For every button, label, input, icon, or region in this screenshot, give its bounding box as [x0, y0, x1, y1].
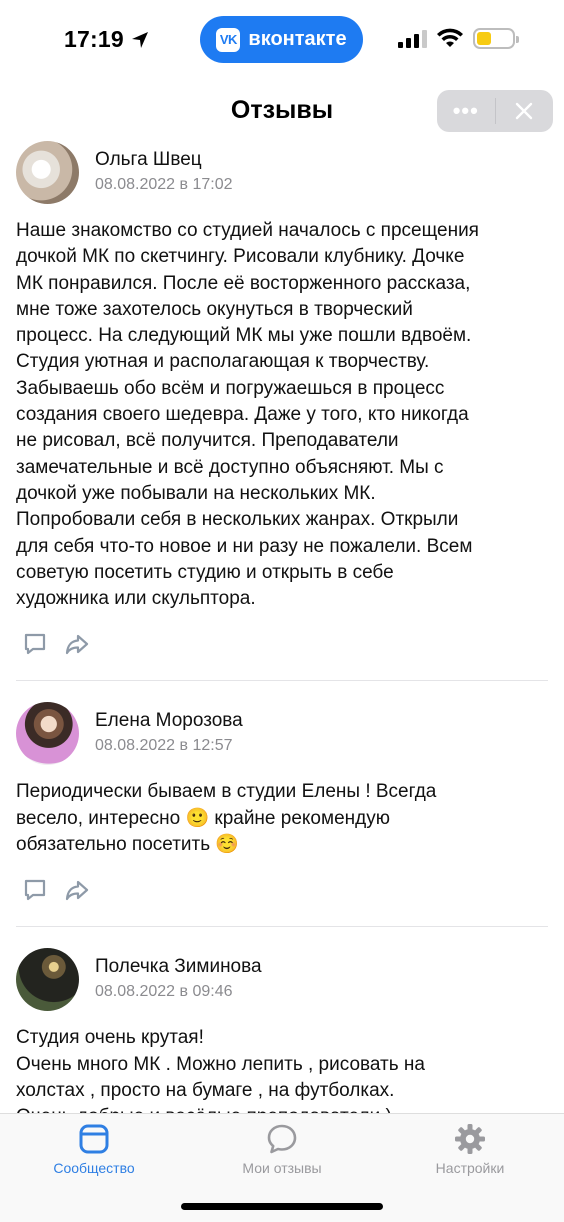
review-date: 08.08.2022 в 17:02 [95, 176, 233, 193]
close-button[interactable] [496, 90, 554, 132]
close-icon [516, 102, 533, 120]
share-icon[interactable] [64, 631, 90, 657]
review-item: Елена Морозова 08.08.2022 в 12:57 Период… [0, 701, 564, 928]
reviews-feed[interactable]: Ольга Швец 08.08.2022 в 17:02 Наше знако… [0, 140, 564, 1113]
review-header: Ольга Швец 08.08.2022 в 17:02 [16, 140, 548, 204]
time-label: 17:19 [64, 26, 124, 52]
gear-icon [455, 1124, 485, 1154]
wifi-icon [437, 28, 463, 47]
comment-icon[interactable] [22, 877, 48, 903]
tab-my-reviews[interactable]: Мои отзывы [212, 1122, 352, 1176]
review-actions [16, 628, 548, 660]
review-text: Наше знакомство со студией началось с пр… [16, 220, 479, 610]
tab-label: Мои отзывы [242, 1160, 322, 1176]
review-item: Полечка Зиминова 08.08.2022 в 09:46 Студ… [0, 947, 564, 1113]
header-capsule: ••• [437, 90, 553, 132]
review-separator [16, 926, 548, 928]
status-time: 17:19 [64, 26, 150, 53]
location-arrow-icon [131, 31, 148, 48]
more-dots-icon: ••• [452, 98, 479, 123]
cellular-signal-icon [398, 30, 427, 48]
vk-app-pill[interactable]: VK вконтакте [200, 16, 363, 63]
tab-settings[interactable]: Настройки [400, 1122, 540, 1176]
review-date: 08.08.2022 в 09:46 [95, 983, 233, 1001]
avatar[interactable] [16, 947, 79, 1011]
review-item: Ольга Швец 08.08.2022 в 17:02 Наше знако… [0, 140, 564, 682]
author-name[interactable]: Полечка Зиминова [95, 955, 262, 979]
tab-community[interactable]: Сообщество [24, 1122, 164, 1176]
home-indicator [181, 1203, 383, 1210]
review-text: Периодически бываем в студии Елены ! Все… [16, 781, 437, 856]
tab-label: Сообщество [53, 1160, 135, 1176]
review-date: 08.08.2022 в 12:57 [95, 737, 233, 755]
review-actions [16, 874, 548, 906]
avatar[interactable] [16, 701, 79, 765]
author-block: Елена Морозова 08.08.2022 в 12:57 [95, 709, 243, 757]
avatar[interactable] [16, 140, 79, 204]
vk-logo-icon: VK [216, 27, 241, 52]
vk-pill-label: вконтакте [248, 28, 347, 50]
status-bar: 17:19 VK вконтакте [0, 0, 564, 80]
tab-label: Настройки [435, 1160, 505, 1176]
author-name[interactable]: Ольга Швец [95, 148, 233, 172]
share-icon[interactable] [64, 877, 90, 903]
comment-icon[interactable] [22, 631, 48, 657]
author-block: Ольга Швец 08.08.2022 в 17:02 [95, 148, 233, 196]
more-button[interactable]: ••• [437, 90, 495, 132]
author-name[interactable]: Елена Морозова [95, 709, 243, 733]
review-header: Елена Морозова 08.08.2022 в 12:57 [16, 701, 548, 765]
community-icon [79, 1124, 109, 1154]
review-separator [16, 680, 548, 682]
review-header: Полечка Зиминова 08.08.2022 в 09:46 [16, 947, 548, 1011]
review-text: Студия очень крутая! Очень много МК . Мо… [16, 1027, 425, 1113]
battery-icon [473, 28, 519, 49]
author-block: Полечка Зиминова 08.08.2022 в 09:46 [95, 955, 262, 1003]
chat-bubble-icon [267, 1124, 297, 1154]
